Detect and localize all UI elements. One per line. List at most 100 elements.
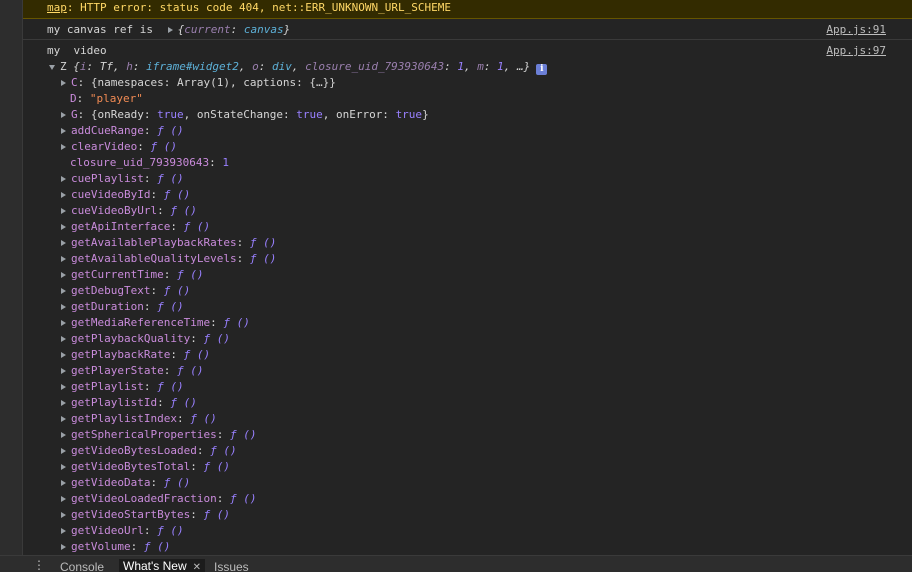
property-key: getVideoLoadedFraction	[71, 492, 217, 505]
expand-triangle-icon	[61, 224, 66, 230]
property-row[interactable]: getSphericalProperties: ƒ ()	[23, 427, 912, 443]
expand-triangle-icon	[61, 480, 66, 486]
property-row[interactable]: getAvailablePlaybackRates: ƒ ()	[23, 235, 912, 251]
property-row[interactable]: getDuration: ƒ ()	[23, 299, 912, 315]
canvas-object-key: current	[184, 23, 231, 36]
expand-triangle-icon	[61, 144, 66, 150]
expand-triangle-icon	[61, 304, 66, 310]
object-summary-toggle[interactable]: Z {i: Tf, h: iframe#widget2, o: div, clo…	[23, 59, 912, 75]
warning-link[interactable]: map	[47, 1, 67, 14]
expand-triangle-icon	[61, 80, 66, 86]
expand-triangle-icon	[61, 512, 66, 518]
expand-triangle-icon	[61, 320, 66, 326]
property-key: cueVideoById	[71, 188, 151, 201]
property-row[interactable]: G: {onReady: true, onStateChange: true, …	[23, 107, 912, 123]
function-value: ƒ ()	[183, 220, 211, 233]
property-key: getVolume	[71, 540, 131, 553]
warning-text: : HTTP error: status code 404, net::ERR_…	[66, 1, 451, 14]
tab-whats-new-label: What's New	[123, 559, 187, 572]
property-row[interactable]: getVideoBytesLoaded: ƒ ()	[23, 443, 912, 459]
property-key: cueVideoByUrl	[71, 204, 158, 217]
tab-issues[interactable]: Issues	[214, 560, 249, 572]
property-key: addCueRange	[71, 124, 144, 137]
property-key: getPlaybackQuality	[71, 332, 191, 345]
property-key: clearVideo	[71, 140, 138, 153]
function-value: ƒ ()	[203, 332, 230, 345]
property-row[interactable]: getVolume: ƒ ()	[23, 539, 912, 555]
property-row[interactable]: getPlaylistIndex: ƒ ()	[23, 411, 912, 427]
object-value: {onReady: true, onStateChange: true, onE…	[90, 108, 429, 121]
function-value: ƒ ()	[183, 348, 211, 361]
source-link[interactable]: App.js:97	[826, 40, 886, 61]
expand-triangle-icon	[61, 336, 66, 342]
property-key: getApiInterface	[71, 220, 171, 233]
property-row[interactable]: getVideoUrl: ƒ ()	[23, 523, 912, 539]
expand-triangle-icon	[61, 528, 66, 534]
kebab-menu-icon[interactable]: ⋮	[30, 558, 48, 572]
collapse-triangle-icon	[49, 65, 55, 70]
property-row[interactable]: getPlaylistId: ƒ ()	[23, 395, 912, 411]
function-value: ƒ ()	[157, 300, 184, 313]
expand-triangle-icon	[61, 128, 66, 134]
close-icon[interactable]: ✕	[193, 562, 201, 572]
function-value: ƒ ()	[157, 172, 184, 185]
object-preview: {i: Tf, h: iframe#widget2, o: div, closu…	[73, 60, 531, 73]
expand-triangle-icon	[61, 240, 66, 246]
boolean-value: true	[395, 108, 423, 121]
property-key: getPlaylistIndex	[71, 412, 177, 425]
function-value: ƒ ()	[203, 508, 230, 521]
property-row[interactable]: getPlaybackRate: ƒ ()	[23, 347, 912, 363]
property-row[interactable]: getAvailableQualityLevels: ƒ ()	[23, 251, 912, 267]
property-row[interactable]: getVideoBytesTotal: ƒ ()	[23, 459, 912, 475]
property-row[interactable]: getCurrentTime: ƒ ()	[23, 267, 912, 283]
property-row[interactable]: getPlayerState: ƒ ()	[23, 363, 912, 379]
function-value: ƒ ()	[229, 428, 257, 441]
property-row[interactable]: cueVideoByUrl: ƒ ()	[23, 203, 912, 219]
property-row[interactable]: cueVideoById: ƒ ()	[23, 187, 912, 203]
video-log-header: my video App.js:97	[23, 40, 912, 59]
preview-key: m	[477, 60, 484, 73]
object-value: {namespaces: Array(1), captions: {…}}	[90, 76, 336, 89]
property-key: getAvailableQualityLevels	[71, 252, 237, 265]
expand-triangle-icon	[61, 272, 66, 278]
source-link[interactable]: App.js:91	[826, 19, 886, 40]
boolean-value: true	[296, 108, 323, 121]
property-row: D: "player"	[70, 92, 143, 105]
property-key: getSphericalProperties	[71, 428, 217, 441]
expand-triangle-icon	[61, 352, 66, 358]
number-value: 1	[222, 156, 229, 169]
info-icon[interactable]: i	[536, 64, 548, 75]
property-key: getPlayerState	[71, 364, 164, 377]
canvas-log-label: my canvas ref is	[47, 23, 153, 36]
property-row[interactable]: C: {namespaces: Array(1), captions: {…}}	[23, 75, 912, 91]
property-row[interactable]: getPlaylist: ƒ ()	[23, 379, 912, 395]
expand-triangle-icon	[61, 448, 66, 454]
expand-triangle-icon	[61, 416, 66, 422]
preview-key: o	[252, 60, 259, 73]
property-row[interactable]: getApiInterface: ƒ ()	[23, 219, 912, 235]
property-row[interactable]: getVideoData: ƒ ()	[23, 475, 912, 491]
function-value: ƒ ()	[163, 476, 191, 489]
property-row[interactable]: getDebugText: ƒ ()	[23, 283, 912, 299]
property-key: getPlaylist	[71, 380, 144, 393]
expand-triangle-icon	[61, 368, 66, 374]
property-key: getPlaybackRate	[71, 348, 171, 361]
tab-whats-new[interactable]: What's New ✕	[119, 559, 206, 572]
function-value: ƒ ()	[203, 460, 230, 473]
tab-console[interactable]: Console	[60, 560, 104, 572]
property-row[interactable]: clearVideo: ƒ ()	[23, 139, 912, 155]
property-row[interactable]: addCueRange: ƒ ()	[23, 123, 912, 139]
property-key: getDebugText	[71, 284, 151, 297]
canvas-object-toggle[interactable]: {current: canvas}	[167, 23, 290, 36]
property-row[interactable]: cuePlaylist: ƒ ()	[23, 171, 912, 187]
function-value: ƒ ()	[170, 396, 197, 409]
function-value: ƒ ()	[170, 204, 197, 217]
property-key: getVideoData	[71, 476, 151, 489]
property-row[interactable]: getPlaybackQuality: ƒ ()	[23, 331, 912, 347]
property-key: getVideoBytesTotal	[71, 460, 191, 473]
function-value: ƒ ()	[157, 124, 184, 137]
property-row[interactable]: getMediaReferenceTime: ƒ ()	[23, 315, 912, 331]
function-value: ƒ ()	[249, 236, 277, 249]
property-row[interactable]: getVideoStartBytes: ƒ ()	[23, 507, 912, 523]
property-row[interactable]: getVideoLoadedFraction: ƒ ()	[23, 491, 912, 507]
